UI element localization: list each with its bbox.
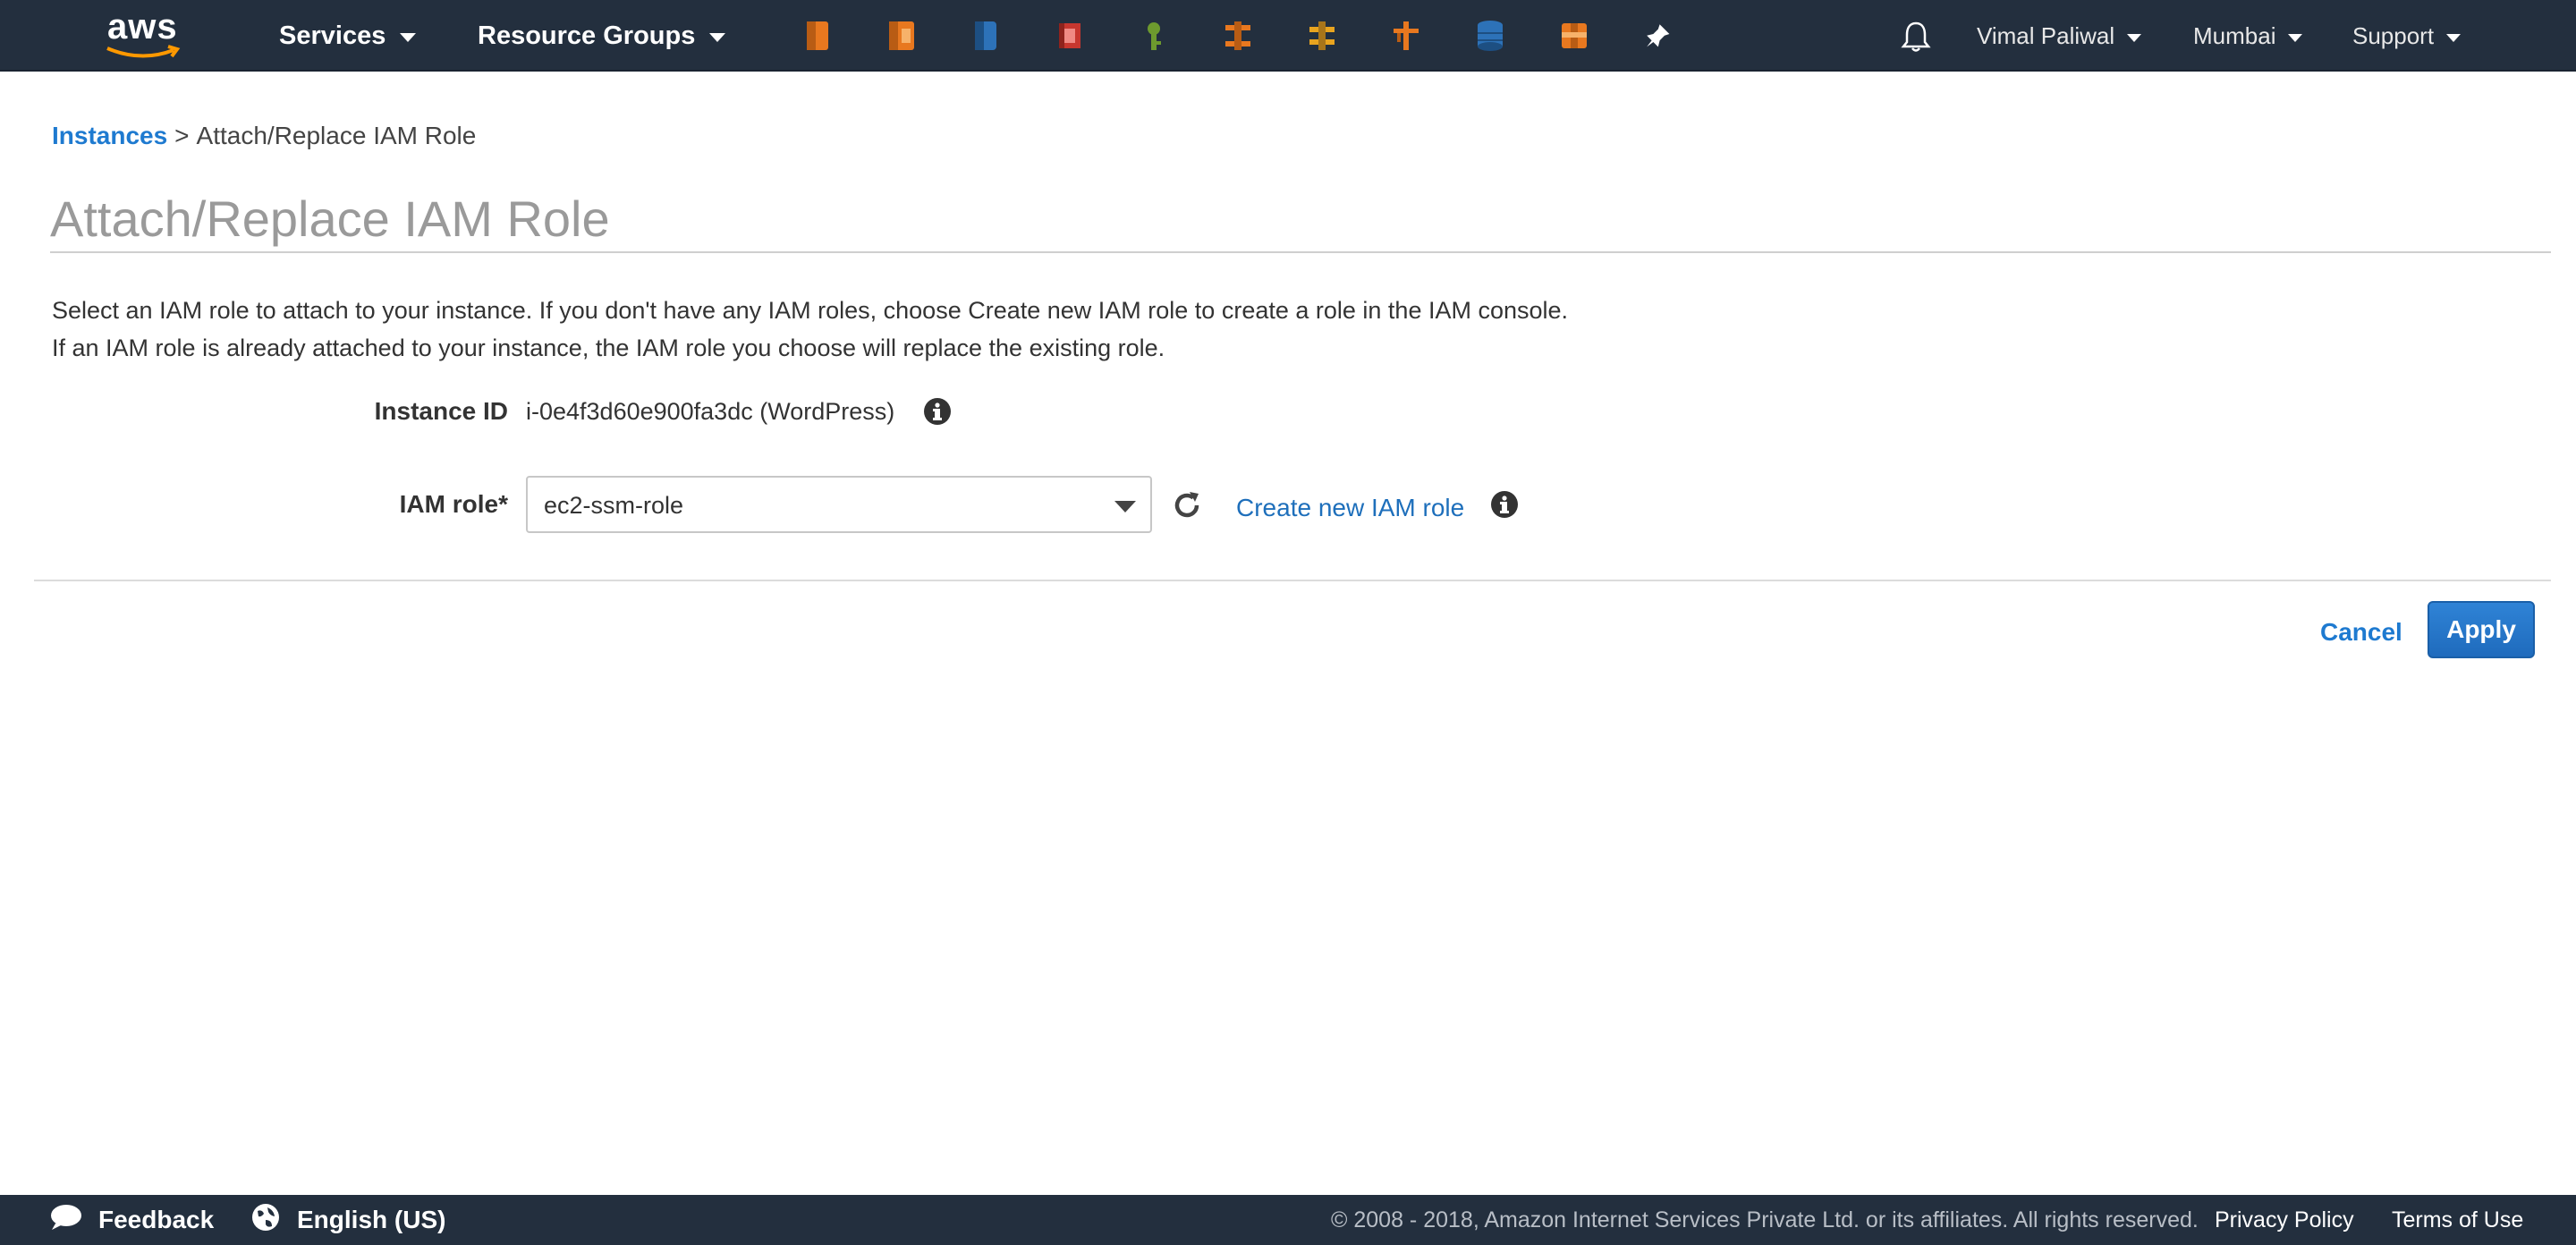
top-navigation-bar: aws Services Resource Groups Vimal Paliw… <box>0 0 2576 72</box>
title-divider <box>50 251 2551 253</box>
iam-role-selected-value: ec2-ssm-role <box>544 492 684 519</box>
cloudfront-icon[interactable] <box>1220 18 1256 54</box>
aws-logo[interactable]: aws <box>104 7 186 61</box>
breadcrumb-separator: > <box>174 122 190 149</box>
iam-role-label: IAM role* <box>399 490 508 518</box>
instance-id-info-icon[interactable] <box>923 397 952 426</box>
route53-icon[interactable] <box>1304 18 1340 54</box>
aws-logo-text: aws <box>107 7 178 47</box>
account-menu-label: Vimal Paliwal <box>1977 21 2115 49</box>
codedeploy-icon[interactable] <box>1052 18 1088 54</box>
notifications-bell-icon[interactable] <box>1900 20 1932 54</box>
breadcrumb: Instances > Attach/Replace IAM Role <box>52 122 476 150</box>
page-title: Attach/Replace IAM Role <box>50 191 610 247</box>
cancel-button[interactable]: Cancel <box>2308 603 2415 662</box>
chevron-down-icon <box>400 33 417 42</box>
pin-icon[interactable] <box>1640 18 1676 54</box>
iam-role-select[interactable]: ec2-ssm-role <box>526 476 1152 533</box>
resource-groups-menu-label: Resource Groups <box>478 21 696 50</box>
instance-id-label: Instance ID <box>374 397 508 425</box>
elastic-beanstalk-icon[interactable] <box>884 18 919 54</box>
ec2-icon[interactable] <box>800 18 835 54</box>
feedback-button[interactable]: Feedback <box>50 1195 214 1245</box>
refresh-icon[interactable] <box>1170 488 1204 522</box>
language-label: English (US) <box>297 1206 446 1233</box>
support-menu[interactable]: Support <box>2352 0 2462 72</box>
iam-role-info-icon[interactable] <box>1490 490 1519 519</box>
feedback-label: Feedback <box>98 1206 215 1233</box>
form-divider <box>34 580 2551 581</box>
vpc-icon[interactable] <box>1556 18 1592 54</box>
chevron-down-icon <box>2127 33 2142 42</box>
chevron-down-icon <box>2288 33 2303 42</box>
instance-id-value: i-0e4f3d60e900fa3dc (WordPress) <box>526 398 895 425</box>
footer: Feedback English (US) © 2008 - 2018, Ama… <box>0 1195 2576 1245</box>
account-menu[interactable]: Vimal Paliwal <box>1977 0 2142 72</box>
lambda-icon[interactable] <box>1388 18 1424 54</box>
privacy-policy-link[interactable]: Privacy Policy <box>2215 1195 2354 1245</box>
rds-icon[interactable] <box>968 18 1004 54</box>
description-line-1: Select an IAM role to attach to your ins… <box>52 297 1569 324</box>
iam-key-icon[interactable] <box>1136 18 1172 54</box>
region-menu[interactable]: Mumbai <box>2193 0 2303 72</box>
support-menu-label: Support <box>2352 21 2435 49</box>
chevron-down-icon <box>2446 33 2462 42</box>
speech-bubble-icon <box>50 1204 82 1237</box>
services-menu[interactable]: Services <box>279 0 417 72</box>
globe-icon <box>250 1202 281 1239</box>
description-line-2: If an IAM role is already attached to yo… <box>52 335 1165 361</box>
dynamodb-icon[interactable] <box>1472 18 1508 54</box>
services-menu-label: Services <box>279 21 386 50</box>
chevron-down-icon <box>1114 501 1136 512</box>
page-description: Select an IAM role to attach to your ins… <box>52 292 1568 367</box>
breadcrumb-instances-link[interactable]: Instances <box>52 122 167 149</box>
apply-button[interactable]: Apply <box>2428 601 2535 658</box>
aws-smile-icon <box>106 45 181 58</box>
chevron-down-icon <box>709 33 726 42</box>
language-selector[interactable]: English (US) <box>250 1195 445 1245</box>
breadcrumb-current: Attach/Replace IAM Role <box>196 122 477 149</box>
create-new-iam-role-link[interactable]: Create new IAM role <box>1236 494 1464 522</box>
copyright-text: © 2008 - 2018, Amazon Internet Services … <box>1331 1207 2199 1232</box>
resource-groups-menu[interactable]: Resource Groups <box>478 0 726 72</box>
terms-of-use-link[interactable]: Terms of Use <box>2392 1195 2523 1245</box>
region-menu-label: Mumbai <box>2193 21 2276 49</box>
